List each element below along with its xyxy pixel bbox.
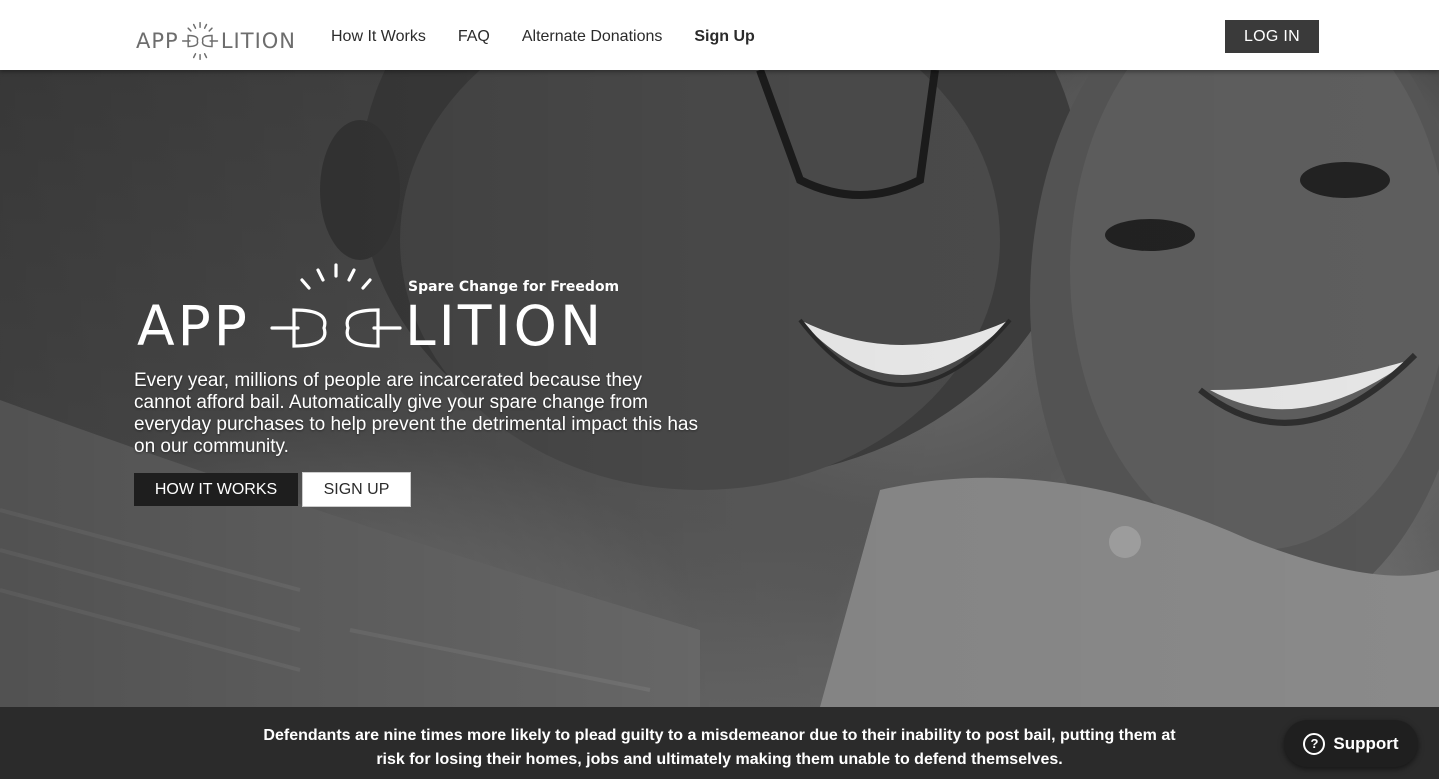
header-logo[interactable]: APP LITION: [136, 16, 296, 66]
banner-text: Defendants are nine times more likely to…: [263, 727, 1176, 768]
site-header: APP LITION How It Works FAQ Alternate Do…: [0, 0, 1439, 70]
broken-chain-icon: [270, 263, 402, 348]
sign-up-button[interactable]: SIGN UP: [302, 472, 411, 507]
main-nav: How It Works FAQ Alternate Donations Sig…: [331, 27, 755, 47]
hero-brand-app: APP: [137, 294, 250, 358]
logo-text-app: APP: [136, 29, 179, 53]
stat-banner: Defendants are nine times more likely to…: [0, 707, 1439, 779]
nav-alternate-donations[interactable]: Alternate Donations: [522, 27, 663, 47]
hero-tagline: Spare Change for Freedom: [408, 279, 620, 295]
hero-brand-lition: LITION: [405, 294, 605, 358]
support-button[interactable]: ? Support: [1284, 720, 1418, 767]
support-label: Support: [1333, 733, 1399, 753]
nav-sign-up[interactable]: Sign Up: [694, 27, 754, 47]
how-it-works-button[interactable]: HOW IT WORKS: [134, 473, 298, 506]
nav-faq[interactable]: FAQ: [458, 27, 490, 47]
nav-how-it-works[interactable]: How It Works: [331, 27, 426, 47]
hero-description: Every year, millions of people are incar…: [134, 370, 698, 457]
login-button[interactable]: LOG IN: [1225, 20, 1319, 53]
broken-chain-icon: [181, 21, 218, 61]
logo-text-lition: LITION: [220, 29, 296, 53]
question-circle-icon: ?: [1303, 732, 1326, 755]
hero-section: Spare Change for Freedom APP LITION Ever…: [0, 70, 1439, 707]
